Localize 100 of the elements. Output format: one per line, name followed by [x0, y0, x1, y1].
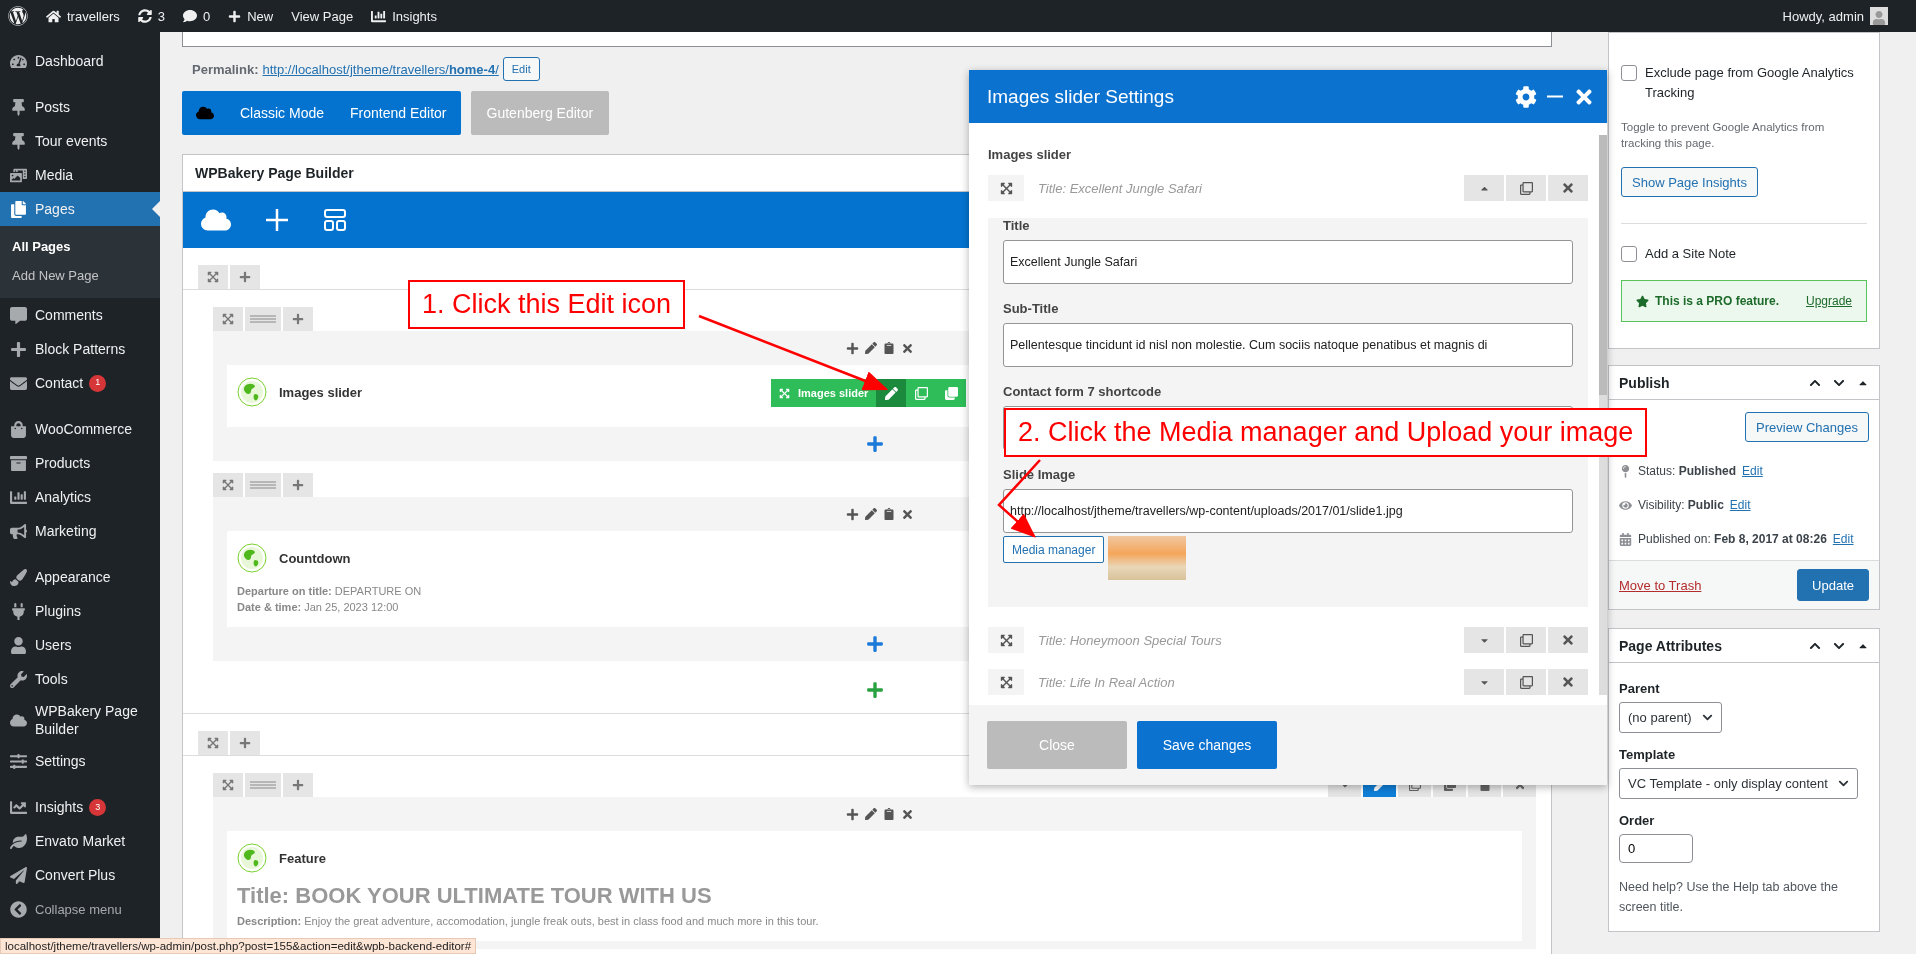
insights-link[interactable]: Insights	[371, 8, 437, 24]
clone-button[interactable]	[1506, 175, 1546, 201]
add-button[interactable]	[846, 507, 859, 521]
edit-button[interactable]	[876, 379, 907, 407]
comments-link[interactable]: 0	[183, 8, 211, 24]
layout-icon[interactable]	[323, 208, 347, 232]
sidebar-item[interactable]: Analytics	[0, 480, 160, 514]
sidebar-item[interactable]: Contact 1	[0, 366, 160, 400]
delete-button[interactable]	[901, 341, 914, 355]
clone-button[interactable]	[1506, 627, 1546, 653]
sidebar-item[interactable]: Comments	[0, 298, 160, 332]
toggle-button[interactable]	[1464, 627, 1504, 653]
delete-button[interactable]	[1548, 669, 1588, 695]
delete-button[interactable]	[1548, 175, 1588, 201]
edit-link[interactable]: Edit	[1729, 498, 1751, 512]
sidebar-item[interactable]: Users	[0, 628, 160, 662]
submenu-item[interactable]: Add New Page	[0, 262, 160, 291]
input-field[interactable]: Excellent Jungle Safari	[1003, 240, 1573, 284]
lines-icon	[250, 315, 276, 323]
row-move-button[interactable]	[213, 473, 243, 497]
sidebar-item[interactable]: Tour events	[0, 124, 160, 158]
input-field[interactable]: Pellentesque tincidunt id nisl non molestie. Cum sociis natoque penatibus et magnis di	[1003, 323, 1573, 367]
paste-button[interactable]	[883, 508, 895, 520]
media-manager-button[interactable]: Media manager	[1003, 536, 1105, 563]
row-add-button[interactable]	[283, 773, 313, 797]
settings-icon[interactable]	[1515, 85, 1537, 108]
sidebar-item[interactable]: Tools	[0, 662, 160, 696]
add-button[interactable]	[846, 807, 859, 821]
updates-link[interactable]: 3	[137, 8, 165, 24]
edit-link[interactable]: Edit	[1742, 464, 1763, 478]
save-button[interactable]: Save changes	[1137, 721, 1277, 769]
row-move-button[interactable]	[213, 307, 243, 331]
upgrade-link[interactable]: Upgrade	[1805, 294, 1852, 308]
update-button[interactable]: Update	[1797, 569, 1869, 601]
sidebar-item[interactable]: Marketing	[0, 514, 160, 548]
template-select[interactable]: VC Template - only display content	[1619, 768, 1858, 799]
row-add-button[interactable]	[283, 473, 313, 497]
row-add-button[interactable]	[283, 307, 313, 331]
sidebar-item[interactable]: Media	[0, 158, 160, 192]
row-move-button[interactable]	[213, 773, 243, 797]
toggle-button[interactable]	[1464, 669, 1504, 695]
title-field[interactable]	[182, 32, 1552, 47]
sidebar-item[interactable]: Dashboard	[0, 44, 160, 78]
sidebar-item[interactable]: Convert Plus	[0, 858, 160, 893]
section-add-button[interactable]	[230, 265, 260, 289]
drag-button[interactable]	[988, 175, 1024, 201]
edit-link[interactable]: Edit	[1832, 532, 1854, 546]
clipboard-icon	[883, 808, 895, 820]
mode-button[interactable]: Classic Mode	[240, 91, 325, 135]
sidebar-item[interactable]: Plugins	[0, 594, 160, 628]
delete-button[interactable]	[901, 807, 914, 821]
permalink-link[interactable]: http://localhost/jtheme/travellers/home-4/	[262, 61, 499, 77]
sidebar-item[interactable]: WPBakery Page Builder	[0, 696, 160, 745]
account-menu[interactable]: Howdy, admin	[1782, 8, 1864, 24]
show-insights-button[interactable]: Show Page Insights	[1621, 167, 1758, 197]
order-field[interactable]: 0	[1619, 834, 1693, 863]
mode-button[interactable]: Frontend Editor	[350, 91, 447, 135]
copy-icon	[944, 386, 958, 400]
sidebar-item[interactable]: WooCommerce	[0, 412, 160, 446]
wordpress-logo-icon[interactable]	[8, 6, 28, 26]
scrollbar-thumb[interactable]	[1599, 135, 1607, 395]
site-link[interactable]: travellers	[46, 8, 120, 24]
plus-icon[interactable]	[265, 208, 289, 232]
collapse-menu-button[interactable]: Collapse menu	[0, 892, 160, 927]
checkbox[interactable]	[1621, 246, 1637, 262]
trash-link[interactable]: Move to Trash	[1619, 577, 1702, 593]
submenu-item[interactable]: All Pages	[0, 233, 160, 262]
parent-select[interactable]: (no parent)	[1619, 702, 1722, 733]
sidebar-item[interactable]: Pages	[0, 192, 160, 226]
preview-button[interactable]: Preview Changes	[1745, 412, 1869, 442]
input-field[interactable]: http://localhost/jtheme/travellers/wp-content/uploads/2017/01/slide1.jpg	[1003, 489, 1573, 533]
sidebar-item[interactable]: Products	[0, 446, 160, 480]
delete-button[interactable]	[901, 507, 914, 521]
delete-button[interactable]	[1548, 627, 1588, 653]
edit-button[interactable]	[865, 342, 877, 354]
edit-button[interactable]	[865, 808, 877, 820]
edit-permalink-button[interactable]: Edit	[502, 57, 540, 81]
add-button[interactable]	[846, 341, 859, 355]
view-page-link[interactable]: View Page	[291, 8, 354, 24]
toggle-button[interactable]	[1464, 175, 1504, 201]
drag-button[interactable]	[988, 627, 1024, 653]
sidebar-item[interactable]: Posts	[0, 90, 160, 124]
sidebar-item[interactable]: Envato Market	[0, 824, 160, 859]
paste-button[interactable]	[883, 342, 895, 354]
drag-button[interactable]	[988, 669, 1024, 695]
edit-button[interactable]	[865, 508, 877, 520]
sidebar-item[interactable]: Block Patterns	[0, 332, 160, 366]
sidebar-item[interactable]: Appearance	[0, 560, 160, 594]
add-element-button[interactable]	[865, 635, 884, 653]
section-move-button[interactable]	[198, 731, 228, 755]
clone-button[interactable]	[1506, 669, 1546, 695]
checkbox[interactable]	[1621, 65, 1637, 81]
section-add-button[interactable]	[230, 731, 260, 755]
add-row-button[interactable]	[865, 681, 884, 699]
section-move-button[interactable]	[198, 265, 228, 289]
add-element-button[interactable]	[865, 435, 884, 453]
sidebar-item[interactable]: Settings	[0, 744, 160, 779]
paste-button[interactable]	[883, 808, 895, 820]
sidebar-item[interactable]: Insights 3	[0, 790, 160, 825]
new-link[interactable]: New	[228, 8, 274, 24]
